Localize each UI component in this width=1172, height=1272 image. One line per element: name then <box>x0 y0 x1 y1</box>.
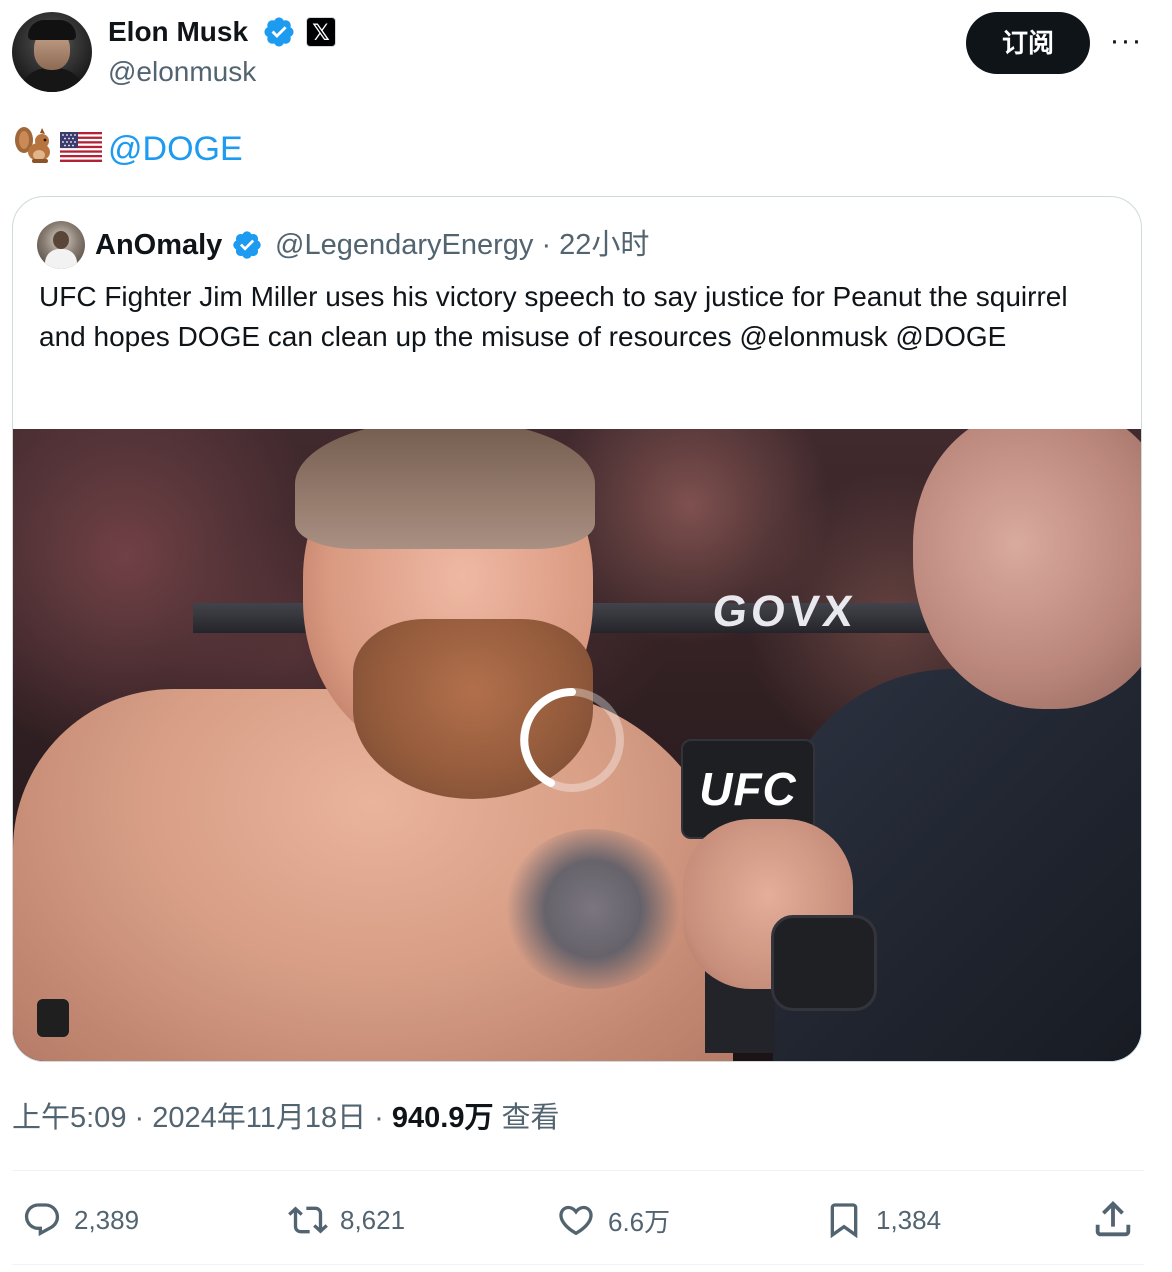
like-button[interactable]: 6.6万 <box>556 1194 670 1246</box>
like-count: 6.6万 <box>608 1206 671 1237</box>
author-display-name[interactable]: Elon Musk <box>108 14 248 50</box>
tweet-time-date[interactable]: 上午5:09 · 2024年11月18日 · <box>12 1102 392 1134</box>
author-handle[interactable]: @elonmusk <box>108 54 256 90</box>
share-icon[interactable] <box>1090 1196 1136 1242</box>
video-badge-icon <box>37 999 69 1037</box>
loading-spinner-icon <box>520 688 624 792</box>
reply-icon <box>24 1203 60 1237</box>
divider <box>12 1264 1144 1265</box>
subscribe-button[interactable]: 订阅 <box>966 12 1090 74</box>
divider <box>12 1170 1144 1171</box>
bookmark-button[interactable]: 1,384 <box>824 1194 941 1246</box>
x-affiliate-icon[interactable]: 𝕏 <box>306 17 336 47</box>
repost-count: 8,621 <box>340 1204 406 1235</box>
us-flag-emoji <box>60 128 102 174</box>
quoted-author-avatar[interactable] <box>37 221 85 269</box>
verified-badge-icon <box>264 17 294 47</box>
bookmark-count: 1,384 <box>876 1204 942 1235</box>
quoted-tweet-text: UFC Fighter Jim Miller uses his victory … <box>39 281 1068 352</box>
more-icon[interactable]: ··· <box>1106 26 1146 60</box>
reply-button[interactable]: 2,389 <box>22 1194 139 1246</box>
quoted-tweet-video[interactable]: GOVX UFC <box>13 429 1141 1061</box>
quoted-author-handle-time[interactable]: @LegendaryEnergy · 22小时 <box>275 225 649 265</box>
bookmark-icon <box>830 1203 858 1239</box>
view-label: 查看 <box>493 1102 560 1134</box>
author-avatar[interactable] <box>12 12 92 92</box>
reply-count: 2,389 <box>74 1204 140 1235</box>
quoted-author-name[interactable]: AnOmaly <box>95 225 222 265</box>
tweet-text: @DOGE <box>12 124 243 170</box>
like-icon <box>559 1205 593 1236</box>
view-count: 940.9万 <box>391 1102 494 1134</box>
verified-badge-icon <box>233 231 261 259</box>
tweet-timestamp[interactable]: 上午5:09 · 2024年11月18日 · 940.9万 查看 <box>12 1098 560 1138</box>
quoted-tweet-card[interactable]: AnOmaly @LegendaryEnergy · 22小时 UFC Figh… <box>12 196 1142 1062</box>
squirrel-emoji <box>12 124 54 178</box>
doge-mention-link[interactable]: @DOGE <box>108 130 243 168</box>
repost-icon <box>288 1206 328 1234</box>
repost-button[interactable]: 8,621 <box>288 1194 405 1246</box>
